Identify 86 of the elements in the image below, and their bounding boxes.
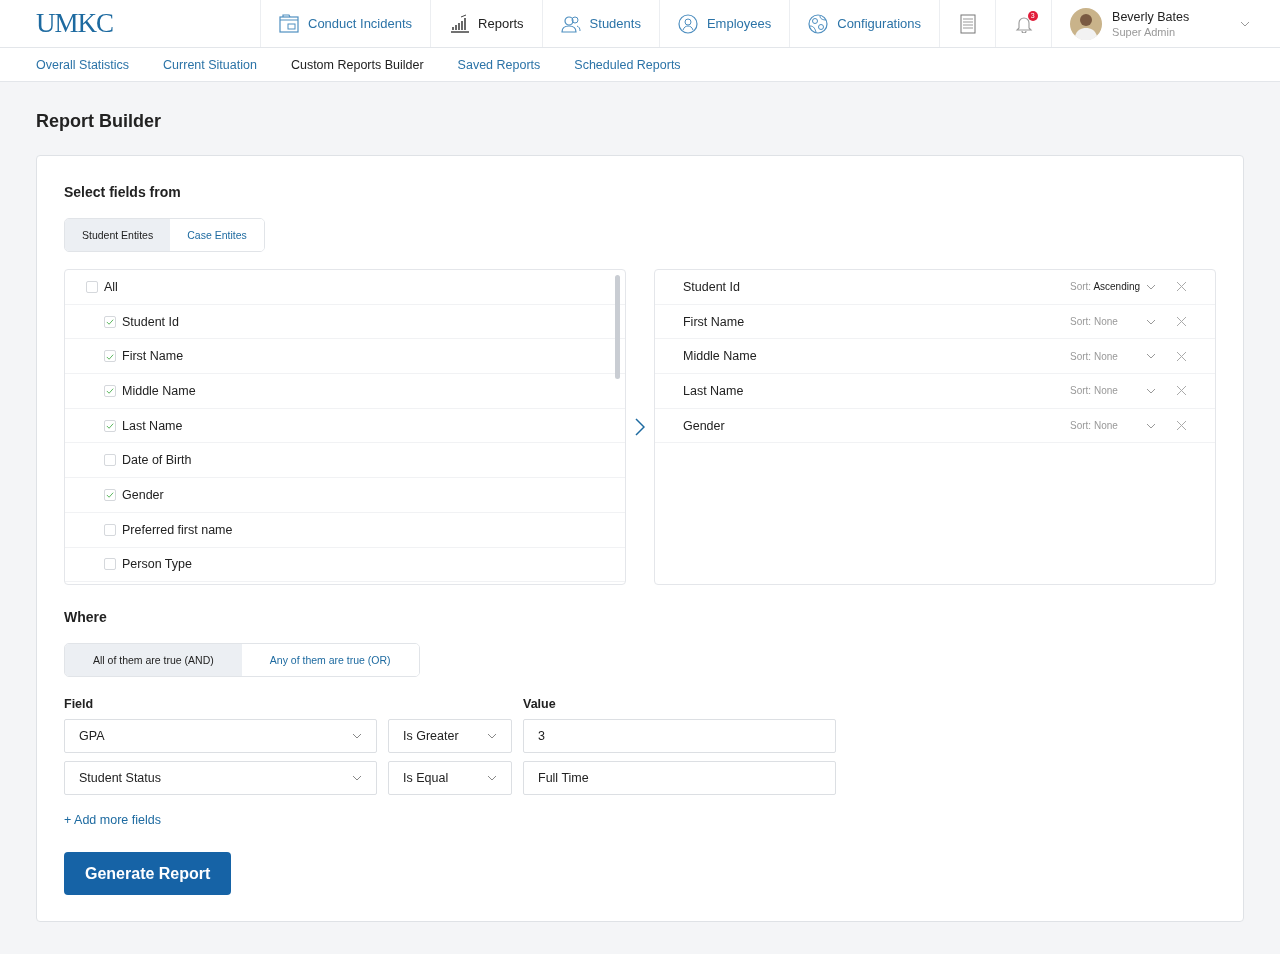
sub-nav-tab[interactable]: Saved Reports [457,57,541,72]
bar-chart-icon [449,13,470,34]
checkbox[interactable] [104,315,116,328]
value-field[interactable]: 3 [523,719,836,753]
chevron-right-icon[interactable] [635,418,645,436]
checkbox[interactable] [86,280,98,293]
folder-icon [279,13,299,34]
field-name: Gender [683,418,726,433]
avatar-icon [1070,7,1103,40]
nav-tab[interactable]: Conduct Incidents [260,0,431,47]
nav-tab[interactable]: Employees [658,0,790,47]
field-label: Field [64,697,95,711]
close-icon[interactable] [1176,350,1187,362]
close-icon[interactable] [1176,420,1187,432]
sub-nav-tab[interactable]: Scheduled Reports [574,57,681,72]
sort-label: Sort: [1070,281,1092,293]
checkbox[interactable] [104,523,116,536]
field-name: First Name [683,314,746,329]
field-name: Last Name [683,383,745,398]
field-label: Date of Birth [122,453,192,468]
chevron-down-icon [352,733,362,739]
field-name: Middle Name [683,349,758,364]
checkbox[interactable] [104,419,116,432]
generate-report-button[interactable]: Generate Report [64,852,232,895]
nav-tab[interactable]: Configurations [789,0,940,47]
document-icon[interactable] [959,13,976,34]
chevron-down-icon[interactable] [1146,422,1156,429]
operator-dropdown[interactable]: Is Equal [388,761,512,795]
nav-tab[interactable]: Students [541,0,659,47]
scrollbar[interactable] [615,275,621,379]
checkbox[interactable] [104,384,116,397]
close-icon[interactable] [1176,385,1187,397]
value-label: Value [523,697,556,711]
chevron-down-icon [487,775,497,781]
field-label: Gender [122,487,164,502]
close-icon[interactable] [1176,316,1187,328]
close-icon[interactable] [1176,281,1187,293]
chevron-down-icon[interactable] [1146,353,1156,360]
logo[interactable]: UMKC [36,10,113,37]
chevron-down-icon[interactable] [1146,387,1156,394]
chevron-down-icon[interactable] [1146,283,1156,290]
chevron-down-icon [352,775,362,781]
page-title: Report Builder [36,111,162,132]
field-label: Middle Name [122,383,196,398]
user-name: Beverly Bates [1112,9,1191,24]
checkbox[interactable] [104,350,116,363]
sub-nav-tab[interactable]: Current Situation [163,57,257,72]
checkbox[interactable] [104,488,116,501]
sort-label: Sort: [1070,420,1092,432]
check-icon [105,420,115,432]
nav-tab[interactable]: Reports [430,0,542,47]
field-label: Person Type [122,557,192,572]
person-icon [677,13,698,34]
user-role: Super Admin [1112,25,1177,38]
add-fields-link[interactable]: + Add more fields [64,813,161,827]
check-icon [105,316,115,328]
check-icon [105,385,115,397]
check-icon [105,489,115,501]
checkbox[interactable] [104,454,116,467]
globe-icon [808,13,829,34]
sub-nav-tab[interactable]: Overall Statistics [36,57,130,72]
field-label: Student Id [122,314,179,329]
value-field[interactable]: Full Time [523,761,836,795]
field-dropdown[interactable]: GPA [64,719,377,753]
chevron-down-icon[interactable] [1240,20,1250,27]
bell-icon[interactable] [1014,14,1033,33]
segment-tab[interactable]: All of them are true (AND) [65,644,242,676]
segment-tab[interactable]: Student Entites [65,219,171,251]
sort-label: Sort: [1070,385,1092,397]
checkbox[interactable] [104,558,116,571]
field-label: Preferred first name [122,522,233,537]
sort-value[interactable]: Ascending [1093,281,1141,293]
people-icon [560,13,581,34]
field-dropdown[interactable]: Student Status [64,761,377,795]
field-label: First Name [122,349,184,364]
sort-label: Sort: [1070,316,1092,328]
field-label: All [104,279,118,294]
field-name: Student Id [683,279,741,294]
sort-label: Sort: [1070,350,1092,362]
operator-dropdown[interactable]: Is Greater [388,719,512,753]
section-title: Where [64,609,108,625]
section-title: Select fields from [64,184,182,200]
field-label: Last Name [122,418,183,433]
chevron-down-icon [487,733,497,739]
sub-nav-tab[interactable]: Custom Reports Builder [290,57,424,72]
chevron-down-icon[interactable] [1146,318,1156,325]
